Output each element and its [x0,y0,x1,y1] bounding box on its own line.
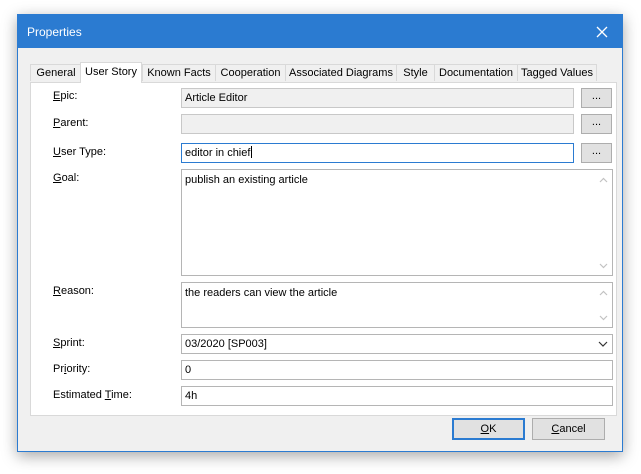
browse-label: ... [591,145,602,157]
close-button[interactable] [582,15,622,48]
epic-browse-button[interactable]: ... [581,88,612,108]
user-type-field[interactable]: editor in chief [181,143,574,163]
user-type-browse-button[interactable]: ... [581,143,612,163]
reason-label: Reason: [53,285,94,297]
tab-cooperation[interactable]: Cooperation [215,64,286,81]
parent-field[interactable] [181,114,574,134]
estimated-time-label: Estimated Time: [53,389,132,401]
goal-label: Goal: [53,172,80,184]
epic-value: Article Editor [185,92,248,104]
tab-label: Tagged Values [521,67,593,79]
tab-tagged-values[interactable]: Tagged Values [517,64,597,81]
priority-label: Priority: [53,363,91,375]
tab-label: Documentation [439,67,513,79]
title-bar: Properties [18,15,622,48]
user-type-value: editor in chief [185,147,251,159]
sprint-label: Sprint: [53,337,85,349]
browse-label: ... [591,116,602,128]
sprint-combobox[interactable]: 03/2020 [SP003] [181,334,613,354]
cancel-button[interactable]: Cancel [532,418,605,440]
tab-label: Style [403,67,428,79]
tab-style[interactable]: Style [396,64,435,81]
text-caret [251,146,253,158]
close-icon [596,26,608,37]
estimated-time-value: 4h [185,390,198,402]
sprint-value: 03/2020 [SP003] [185,338,267,350]
epic-field[interactable]: Article Editor [181,88,574,108]
reason-value: the readers can view the article [185,287,338,299]
scroll-up-icon[interactable] [595,171,612,188]
reason-scrollbar[interactable] [595,283,612,327]
user-type-label: User Type: [53,146,106,158]
priority-field[interactable]: 0 [181,360,613,380]
parent-browse-button[interactable]: ... [581,114,612,134]
tab-label: Cooperation [220,67,281,79]
scroll-up-icon[interactable] [595,284,612,301]
browse-label: ... [591,90,602,102]
tab-documentation[interactable]: Documentation [434,64,518,81]
ok-button[interactable]: OK [452,418,525,440]
scroll-down-icon[interactable] [595,309,612,326]
goal-textarea[interactable]: publish an existing article [181,169,613,276]
goal-value: publish an existing article [185,174,308,186]
tab-known-facts[interactable]: Known Facts [142,64,216,81]
estimated-time-field[interactable]: 4h [181,386,613,406]
user-story-panel: Epic: Article Editor ... Parent: ... Use… [30,82,617,416]
tab-strip: General User Story Known Facts Cooperati… [30,62,620,83]
chevron-down-icon[interactable] [594,335,612,353]
tab-label: General [36,67,76,79]
priority-value: 0 [185,364,192,376]
scroll-down-icon[interactable] [595,257,612,274]
tab-general[interactable]: General [30,64,82,81]
tab-user-story[interactable]: User Story [80,62,142,83]
tab-label: User Story [85,66,137,78]
tab-label: Associated Diagrams [289,67,393,79]
goal-scrollbar[interactable] [595,170,612,275]
epic-label: Epic: [53,90,78,102]
parent-label: Parent: [53,117,89,129]
tab-associated-diagrams[interactable]: Associated Diagrams [285,64,397,81]
tab-label: Known Facts [147,67,211,79]
reason-textarea[interactable]: the readers can view the article [181,282,613,328]
properties-dialog: Properties General User Story Known Fact… [17,14,623,452]
dialog-title: Properties [27,25,82,39]
